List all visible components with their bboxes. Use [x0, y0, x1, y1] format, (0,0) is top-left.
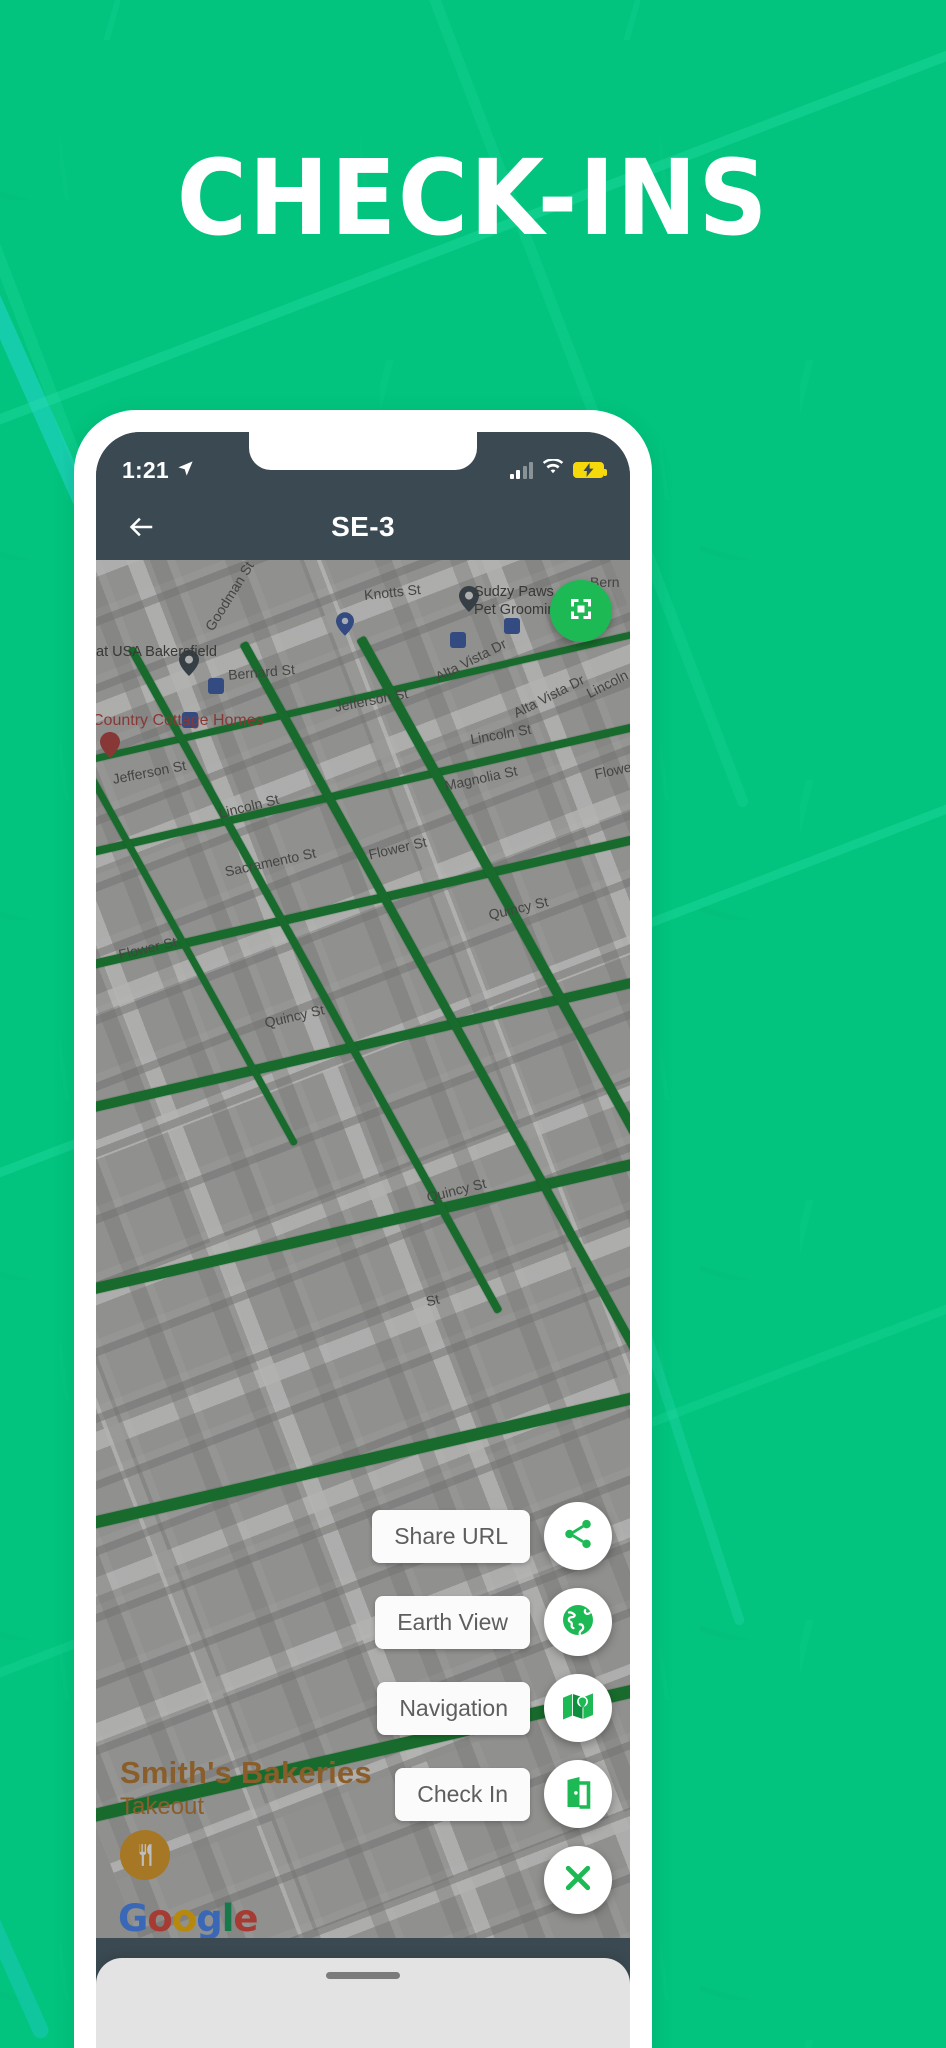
expand-fullscreen-icon: [566, 594, 596, 629]
status-time: 1:21: [122, 456, 169, 483]
check-in-button[interactable]: [544, 1760, 612, 1828]
globe-earth-icon: [560, 1602, 596, 1643]
bottom-sheet[interactable]: [96, 1958, 630, 2048]
share-icon: [561, 1517, 595, 1556]
navigation-button[interactable]: [544, 1674, 612, 1742]
wifi-icon: [542, 458, 564, 481]
action-row-navigation[interactable]: Navigation: [377, 1674, 612, 1742]
back-button[interactable]: [118, 504, 164, 550]
action-label-check-in[interactable]: Check In: [395, 1767, 530, 1821]
page-title: CHECK-INS: [176, 137, 770, 259]
action-row-earth-view[interactable]: Earth View: [375, 1588, 612, 1656]
earth-view-button[interactable]: [544, 1588, 612, 1656]
close-menu-button[interactable]: [544, 1846, 612, 1914]
navigation-bar: SE-3: [96, 494, 630, 560]
action-label-earth-view[interactable]: Earth View: [375, 1595, 530, 1649]
check-in-door-icon: [560, 1774, 596, 1815]
screenshot-root: CHECK-INS 1:21 SE-3 Sudzy Paws Pet Groom…: [0, 0, 946, 2048]
phone-notch: [249, 432, 477, 470]
action-row-check-in[interactable]: Check In: [395, 1760, 612, 1828]
action-row-close[interactable]: [544, 1846, 612, 1914]
action-label-share-url[interactable]: Share URL: [372, 1509, 530, 1563]
share-url-button[interactable]: [544, 1502, 612, 1570]
bottom-sheet-drag-handle[interactable]: [326, 1972, 400, 1979]
map-canvas[interactable]: Sudzy Paws Pet Grooming at USA Bakersfie…: [96, 560, 630, 1938]
status-bar-right: [509, 458, 607, 481]
cellular-signal-icon: [509, 461, 533, 479]
action-label-navigation[interactable]: Navigation: [377, 1681, 530, 1735]
location-arrow-icon: [176, 457, 195, 484]
action-row-share-url[interactable]: Share URL: [372, 1502, 612, 1570]
map-navigation-icon: [560, 1688, 596, 1729]
battery-charging-icon: [573, 462, 607, 478]
phone-screen: 1:21 SE-3 Sudzy Paws Pet Grooming at USA…: [96, 432, 630, 2048]
phone-mockup: 1:21 SE-3 Sudzy Paws Pet Grooming at USA…: [74, 410, 652, 2048]
close-x-icon: [560, 1860, 596, 1901]
status-bar-left: 1:21: [122, 457, 195, 484]
action-menu: Share URL Earth View Navigation Check In: [372, 1502, 612, 1914]
expand-fullscreen-button[interactable]: [550, 580, 612, 642]
page-title-header: SE-3: [331, 511, 395, 542]
